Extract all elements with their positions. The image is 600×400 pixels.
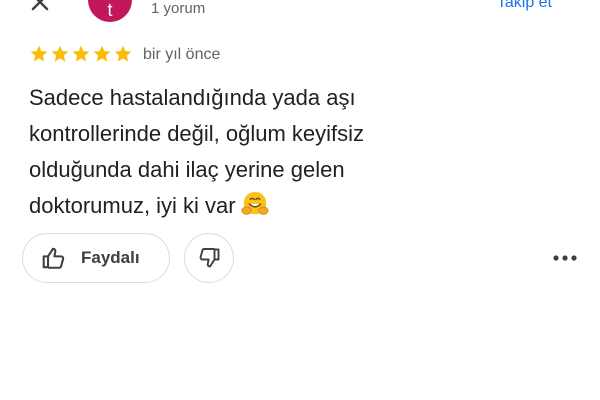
helpful-button[interactable]: Faydalı	[22, 233, 170, 283]
helpful-button-label: Faydalı	[81, 248, 140, 267]
review-text: Sadece hastalandığında yada aşı kontroll…	[29, 85, 365, 218]
reviewer-review-count: 1 yorum	[151, 0, 206, 17]
avatar[interactable]: t	[88, 0, 132, 22]
more-options-icon	[553, 255, 577, 261]
thumb-down-icon	[199, 248, 220, 268]
follow-button[interactable]: Takip et	[497, 0, 552, 12]
hugging-face-emoji-icon	[241, 191, 269, 215]
review-date: bir yıl önce	[143, 46, 221, 63]
review-card: t 1 yorum Takip et bir yıl önce Sadece h…	[0, 0, 600, 400]
star-icon	[72, 45, 90, 62]
review-body: Sadece hastalandığında yada aşı kontroll…	[29, 80, 429, 224]
not-helpful-button[interactable]	[184, 233, 234, 283]
star-icon	[30, 45, 48, 62]
star-rating	[29, 44, 133, 64]
star-icon	[114, 45, 132, 62]
more-options-button[interactable]	[548, 246, 582, 270]
close-icon[interactable]	[28, 0, 52, 14]
star-icon	[51, 45, 69, 62]
thumb-up-icon	[42, 247, 65, 269]
star-icon	[93, 45, 111, 62]
